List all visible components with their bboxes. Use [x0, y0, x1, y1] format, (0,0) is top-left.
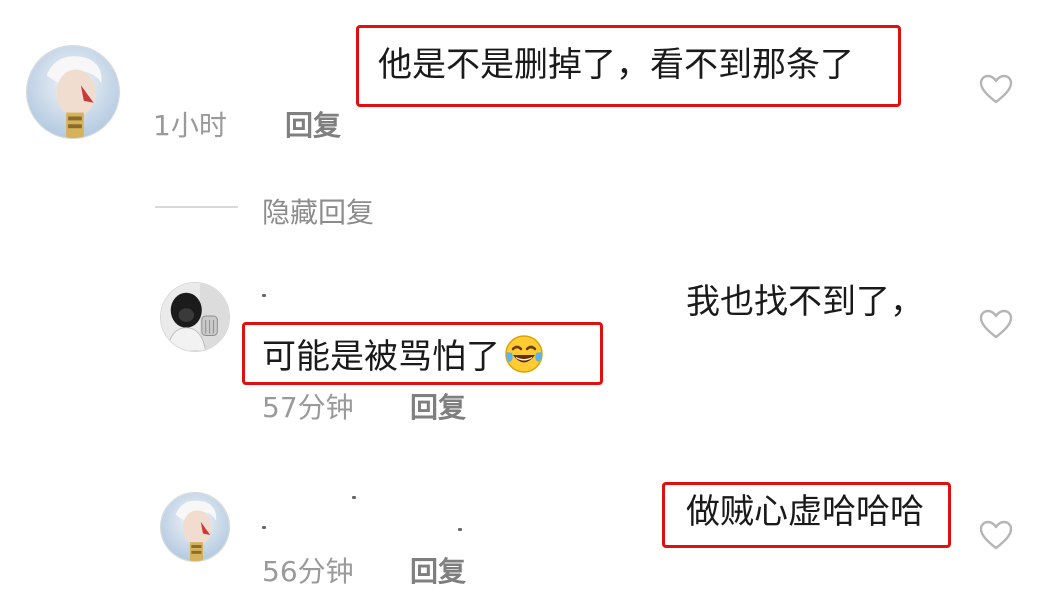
username-fragment	[262, 526, 266, 529]
divider-line	[155, 206, 238, 208]
username-fragment	[352, 496, 356, 499]
like-button[interactable]	[979, 309, 1013, 339]
username-fragment	[458, 528, 462, 531]
heart-icon	[979, 309, 1013, 339]
avatar[interactable]	[160, 492, 230, 562]
comment-time: 1小时	[153, 109, 227, 142]
highlight-box	[242, 322, 603, 385]
avatar-image	[161, 283, 229, 351]
avatar[interactable]	[160, 282, 230, 352]
heart-icon	[979, 74, 1013, 104]
reply-button[interactable]: 回复	[285, 104, 341, 144]
highlight-box	[662, 482, 951, 548]
avatar[interactable]	[26, 45, 120, 139]
avatar-image	[27, 46, 119, 138]
reply-button[interactable]: 回复	[410, 386, 466, 426]
comment-text-line-1: 我也找不到了，	[686, 282, 924, 322]
reply-button[interactable]: 回复	[410, 550, 466, 590]
comment-time: 56分钟	[262, 555, 354, 588]
username-fragment	[262, 294, 266, 297]
highlight-box	[356, 25, 901, 107]
like-button[interactable]	[979, 520, 1013, 550]
comment-time: 57分钟	[262, 391, 354, 424]
like-button[interactable]	[979, 74, 1013, 104]
hide-replies-button[interactable]: 隐藏回复	[262, 191, 374, 231]
avatar-image	[161, 493, 229, 561]
comment-thread: 他是不是删掉了，看不到那条了 1小时 回复 隐藏回复 我也找不到了， 可能是被骂…	[0, 0, 1041, 610]
heart-icon	[979, 520, 1013, 550]
